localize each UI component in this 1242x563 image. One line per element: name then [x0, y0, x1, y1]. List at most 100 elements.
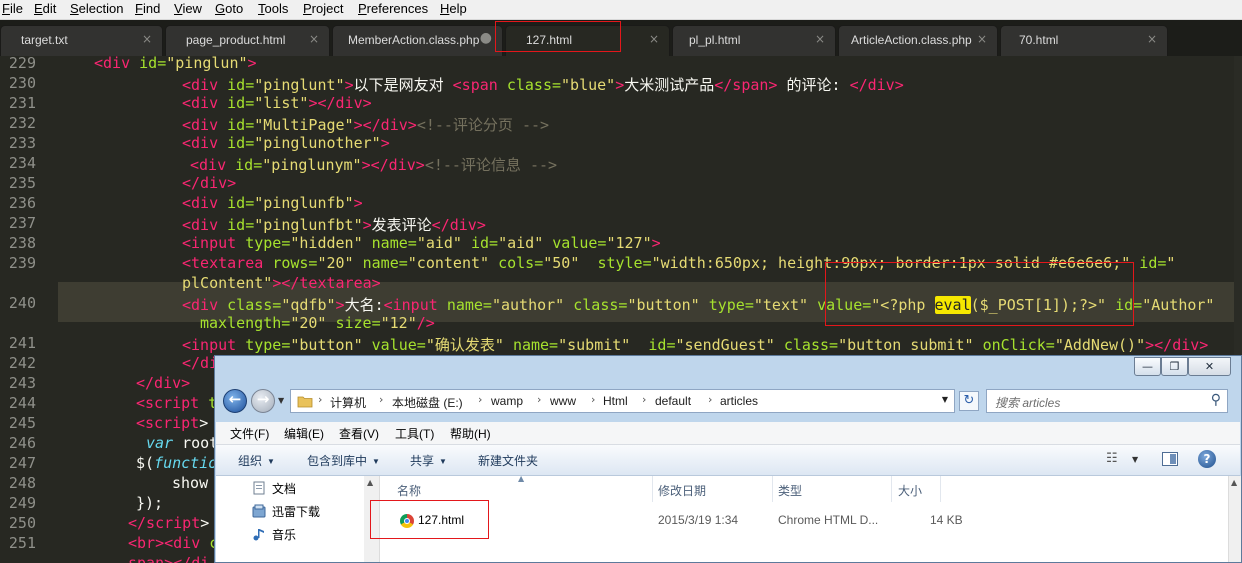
menu-help[interactable]: 帮助(H)	[450, 425, 491, 442]
close-icon[interactable]: ×	[142, 32, 152, 46]
tab-pl-pl-html[interactable]: pl_pl.html ×	[672, 25, 836, 56]
breadcrumb-default[interactable]: default	[655, 394, 691, 408]
code-token: 发表评论	[371, 216, 432, 234]
help-icon[interactable]: ?	[1198, 450, 1216, 468]
search-input[interactable]: 搜索 articles ⚲	[986, 389, 1228, 413]
menu-edit[interactable]: 编辑(E)	[284, 425, 324, 442]
code-token: "pinglunother"	[254, 134, 381, 152]
menu-file[interactable]: File	[2, 1, 23, 16]
breadcrumb-www[interactable]: www	[550, 394, 576, 408]
forward-arrow-icon[interactable]: →	[251, 389, 275, 413]
tab-target-txt[interactable]: target.txt ×	[0, 25, 163, 56]
share-button[interactable]: 共享 ▼	[410, 452, 447, 469]
tab-127-html[interactable]: 127.html ×	[505, 25, 670, 56]
file-name[interactable]: 127.html	[418, 513, 464, 527]
menu-edit[interactable]: Edit	[34, 1, 56, 16]
tab-page-product-html[interactable]: page_product.html ×	[165, 25, 330, 56]
file-list-scrollbar[interactable]: ▲	[1228, 476, 1241, 562]
navigation-scrollbar[interactable]: ▲	[364, 476, 380, 562]
chevron-right-icon[interactable]: ›	[379, 393, 383, 406]
nav-item-thunder-downloads[interactable]: 迅雷下载	[272, 503, 320, 520]
code-token: "20"	[317, 254, 363, 272]
menu-view[interactable]: View	[174, 1, 202, 16]
chevron-right-icon[interactable]: ›	[478, 393, 482, 406]
chevron-down-icon[interactable]: ▼	[278, 396, 284, 405]
menu-goto[interactable]: Goto	[215, 1, 243, 16]
menu-find[interactable]: Find	[135, 1, 160, 16]
maximize-icon[interactable]: ❐	[1161, 357, 1188, 376]
minimize-button[interactable]: —	[1134, 357, 1161, 376]
tab-70-html[interactable]: 70.html ×	[1000, 25, 1168, 56]
column-divider[interactable]	[940, 476, 941, 502]
nav-item-documents[interactable]: 文档	[272, 480, 296, 497]
nav-item-music[interactable]: 音乐	[272, 526, 296, 543]
menu-selection[interactable]: Selection	[70, 1, 123, 16]
scroll-up-icon[interactable]: ▲	[367, 478, 373, 487]
breadcrumb-computer[interactable]: 计算机	[330, 394, 366, 411]
chevron-right-icon[interactable]: ›	[537, 393, 541, 406]
column-divider[interactable]	[652, 476, 653, 502]
code-token: "width:650px; height:90px; border:1px so…	[651, 254, 1140, 272]
menu-help[interactable]: Help	[440, 1, 467, 16]
code-token: 大名:	[344, 296, 384, 314]
breadcrumb-html[interactable]: Html	[603, 394, 628, 408]
chevron-down-icon[interactable]: ▼	[1132, 455, 1138, 464]
chevron-right-icon[interactable]: ›	[708, 393, 712, 406]
close-icon[interactable]: ×	[815, 32, 825, 46]
unsaved-dot-icon[interactable]: ●	[480, 30, 492, 46]
new-folder-button[interactable]: 新建文件夹	[478, 452, 538, 469]
column-type[interactable]: 类型	[778, 482, 802, 499]
code-token: id=	[227, 116, 255, 134]
highlighted-match: eval	[934, 296, 971, 314]
close-icon[interactable]: ×	[977, 32, 987, 46]
scroll-up-icon[interactable]: ▲	[1231, 478, 1237, 487]
line-number: 241	[8, 334, 36, 352]
chevron-down-icon[interactable]: ▼	[942, 395, 948, 404]
breadcrumb-wamp[interactable]: wamp	[491, 394, 523, 408]
menu-project[interactable]: Project	[303, 1, 343, 16]
code-line: <div class="qdfb">大名:<input name="author…	[182, 294, 1214, 315]
breadcrumb-drive[interactable]: 本地磁盘 (E:)	[392, 394, 463, 411]
search-icon[interactable]: ⚲	[1211, 392, 1221, 408]
close-icon[interactable]: ×	[649, 32, 659, 46]
close-icon[interactable]: ×	[309, 32, 319, 46]
column-divider[interactable]	[891, 476, 892, 502]
chrome-icon	[400, 514, 414, 528]
code-token: id=	[227, 134, 255, 152]
sort-ascending-icon: ▲	[518, 474, 525, 483]
address-bar[interactable]: › 计算机 › 本地磁盘 (E:) › wamp › www › Html › …	[290, 389, 955, 413]
organize-button[interactable]: 组织 ▼	[238, 452, 275, 469]
column-name[interactable]: 名称	[397, 482, 421, 499]
chevron-right-icon[interactable]: ›	[318, 393, 322, 406]
menu-view[interactable]: 查看(V)	[339, 425, 379, 442]
code-token: "button"	[627, 296, 709, 314]
menu-tools[interactable]: Tools	[258, 1, 288, 16]
chevron-right-icon[interactable]: ›	[642, 393, 646, 406]
chevron-right-icon[interactable]: ›	[591, 393, 595, 406]
menu-tools[interactable]: 工具(T)	[395, 425, 434, 442]
column-divider[interactable]	[772, 476, 773, 502]
tab-memberaction-class-php[interactable]: MemberAction.class.php ●	[332, 25, 503, 56]
code-token: </div>	[182, 174, 237, 192]
menu-file[interactable]: 文件(F)	[230, 425, 269, 442]
code-token: "127"	[606, 234, 652, 252]
refresh-icon[interactable]: ↻	[959, 391, 979, 411]
preview-pane-icon[interactable]	[1162, 452, 1178, 466]
code-token: >	[247, 56, 257, 72]
column-size[interactable]: 大小	[898, 482, 922, 499]
code-token: <textarea	[182, 254, 273, 272]
menu-preferences[interactable]: Preferences	[358, 1, 428, 16]
view-options-icon[interactable]: ☷	[1106, 451, 1118, 466]
close-button[interactable]: ✕	[1188, 357, 1231, 376]
code-token: <input	[182, 336, 246, 354]
tab-articleaction-class-php[interactable]: ArticleAction.class.php ×	[838, 25, 998, 56]
tab-label: MemberAction.class.php	[348, 33, 480, 47]
breadcrumb-articles[interactable]: articles	[720, 394, 758, 408]
back-arrow-icon[interactable]: ←	[223, 389, 247, 413]
include-in-library-button[interactable]: 包含到库中 ▼	[307, 452, 380, 469]
search-placeholder: 搜索 articles	[995, 396, 1061, 410]
column-modified[interactable]: 修改日期	[658, 482, 706, 499]
code-token: <div	[182, 76, 228, 94]
close-icon[interactable]: ×	[1147, 32, 1157, 46]
code-token: "pinglunt"	[254, 76, 345, 94]
